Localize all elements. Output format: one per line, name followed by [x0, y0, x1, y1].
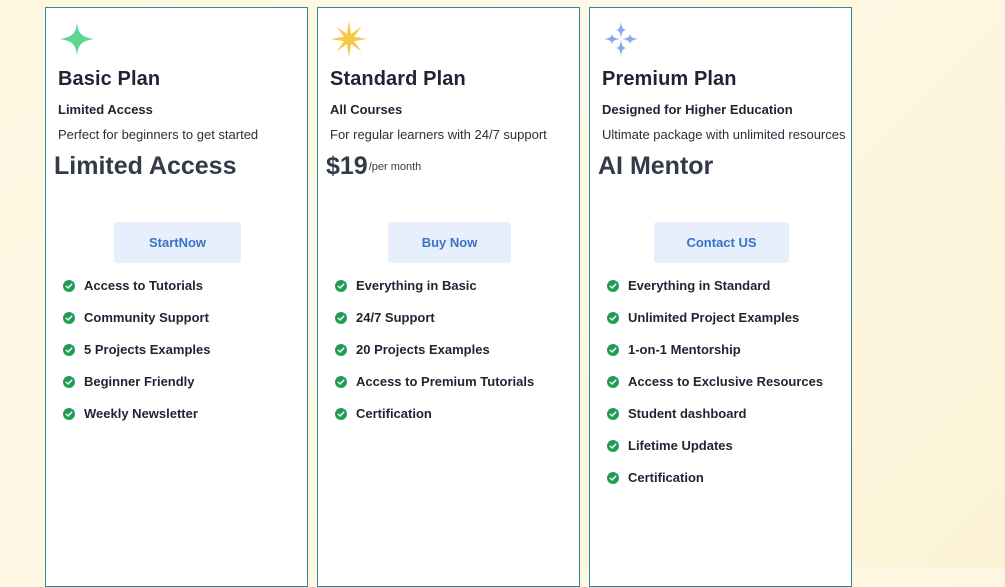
feature-list: Everything in Basic 24/7 Support 20 Proj…	[335, 278, 534, 438]
plan-title: Standard Plan	[330, 68, 466, 90]
plan-price: Limited Access	[54, 152, 237, 180]
plan-subtitle: Limited Access	[58, 102, 153, 117]
list-item: 1-on-1 Mentorship	[607, 342, 823, 374]
feature-list: Everything in Standard Unlimited Project…	[607, 278, 823, 502]
feature-text: Access to Exclusive Resources	[628, 374, 824, 389]
plan-description: Perfect for beginners to get started	[58, 127, 259, 142]
check-icon	[63, 408, 75, 420]
plan-description: Ultimate package with unlimited resource…	[602, 127, 846, 142]
list-item: Lifetime Updates	[607, 438, 823, 470]
green-sparkle-icon	[58, 20, 96, 58]
feature-text: Certification	[356, 406, 432, 421]
list-item: Access to Tutorials	[63, 278, 210, 310]
feature-text: 24/7 Support	[356, 310, 435, 325]
check-icon	[335, 376, 347, 388]
start-now-button[interactable]: StartNow	[114, 222, 241, 263]
feature-text: Student dashboard	[628, 406, 747, 421]
buy-now-button[interactable]: Buy Now	[388, 222, 511, 263]
pricing-card-premium: Premium Plan Designed for Higher Educati…	[589, 7, 852, 587]
price-period: /per month	[368, 161, 422, 173]
feature-text: Access to Tutorials	[84, 278, 203, 293]
feature-text: Access to Premium Tutorials	[356, 374, 535, 389]
check-icon	[63, 344, 75, 356]
list-item: Access to Exclusive Resources	[607, 374, 823, 406]
list-item: 20 Projects Examples	[335, 342, 534, 374]
list-item: Community Support	[63, 310, 210, 342]
plan-description: For regular learners with 24/7 support	[330, 127, 547, 142]
check-icon	[335, 280, 347, 292]
list-item: 5 Projects Examples	[63, 342, 210, 374]
feature-text: Beginner Friendly	[84, 374, 195, 389]
price-amount: $19	[326, 152, 368, 180]
check-icon	[607, 472, 619, 484]
feature-text: 1-on-1 Mentorship	[628, 342, 741, 357]
list-item: Access to Premium Tutorials	[335, 374, 534, 406]
check-icon	[335, 408, 347, 420]
list-item: Certification	[607, 470, 823, 502]
check-icon	[607, 280, 619, 292]
list-item: Unlimited Project Examples	[607, 310, 823, 342]
check-icon	[607, 312, 619, 324]
plan-title: Basic Plan	[58, 68, 161, 90]
check-icon	[607, 376, 619, 388]
plan-subtitle: Designed for Higher Education	[602, 102, 793, 117]
contact-us-button[interactable]: Contact US	[654, 222, 789, 263]
check-icon	[607, 440, 619, 452]
feature-text: Community Support	[84, 310, 209, 325]
list-item: Beginner Friendly	[63, 374, 210, 406]
feature-text: Everything in Standard	[628, 278, 771, 293]
list-item: Weekly Newsletter	[63, 406, 210, 438]
yellow-star-icon	[330, 20, 368, 58]
feature-text: Unlimited Project Examples	[628, 310, 800, 325]
plan-price: AI Mentor	[598, 152, 714, 180]
list-item: Student dashboard	[607, 406, 823, 438]
list-item: 24/7 Support	[335, 310, 534, 342]
feature-text: Lifetime Updates	[628, 438, 733, 453]
check-icon	[335, 344, 347, 356]
check-icon	[63, 280, 75, 292]
feature-text: 5 Projects Examples	[84, 342, 211, 357]
plan-title: Premium Plan	[602, 68, 737, 90]
list-item: Everything in Standard	[607, 278, 823, 310]
feature-text: Everything in Basic	[356, 278, 477, 293]
list-item: Everything in Basic	[335, 278, 534, 310]
check-icon	[335, 312, 347, 324]
check-icon	[607, 344, 619, 356]
feature-text: Weekly Newsletter	[84, 406, 198, 421]
check-icon	[63, 376, 75, 388]
feature-list: Access to Tutorials Community Support 5 …	[63, 278, 210, 438]
pricing-cards: Basic Plan Limited Access Perfect for be…	[0, 0, 1005, 587]
pricing-card-basic: Basic Plan Limited Access Perfect for be…	[45, 7, 308, 587]
feature-text: Certification	[628, 470, 704, 485]
plan-subtitle: All Courses	[330, 102, 403, 117]
check-icon	[63, 312, 75, 324]
feature-text: 20 Projects Examples	[356, 342, 490, 357]
blue-sparkles-icon	[602, 20, 640, 58]
list-item: Certification	[335, 406, 534, 438]
pricing-card-standard: Standard Plan All Courses For regular le…	[317, 7, 580, 587]
plan-price: $19 /per month	[326, 152, 421, 181]
check-icon	[607, 408, 619, 420]
